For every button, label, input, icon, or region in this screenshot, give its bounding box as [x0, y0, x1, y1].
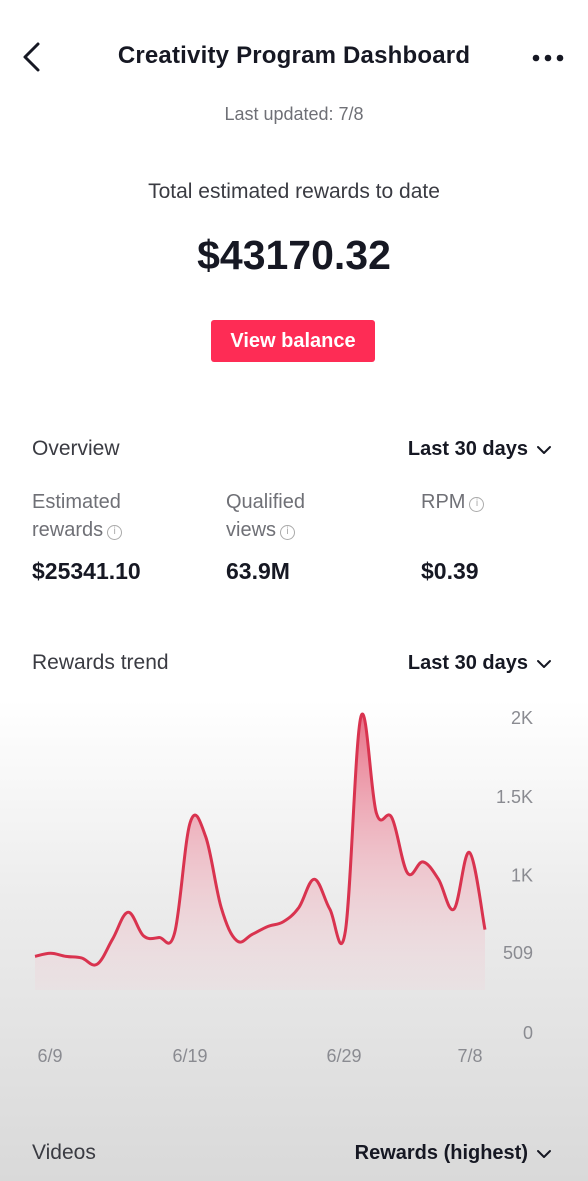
chevron-down-icon: [537, 445, 551, 454]
y-tick-label: 509: [503, 943, 533, 963]
metric-label-estimated-rewards: Estimated rewards i: [32, 491, 123, 541]
y-tick-label: 0: [523, 1023, 533, 1043]
metric-value-qualified-views: 63.9M: [226, 558, 290, 584]
overview-range-dropdown[interactable]: Last 30 days: [408, 438, 552, 461]
last-updated-text: Last updated: 7/8: [224, 104, 364, 124]
header: Creativity Program Dashboard: [0, 0, 588, 116]
y-tick-label: 1.5K: [496, 787, 533, 807]
rewards-trend-chart: 2K 1.5K 1K 509 0 6/9 6/19 6/29 7/8: [34, 708, 533, 1066]
metric-value-estimated-rewards: $25341.10: [32, 558, 141, 584]
chevron-down-icon: [537, 1149, 551, 1158]
page-title: Creativity Program Dashboard: [117, 42, 471, 69]
y-tick-label: 1K: [511, 866, 533, 886]
rewards-trend-title: Rewards trend: [32, 651, 169, 674]
total-rewards-value: $43170.32: [197, 232, 391, 278]
x-tick-label: 6/29: [326, 1046, 361, 1066]
metric-label-qualified-views: Qualified views i: [226, 491, 305, 541]
y-tick-label: 2K: [511, 708, 533, 728]
info-icon[interactable]: i: [280, 525, 296, 540]
info-icon[interactable]: i: [107, 525, 123, 540]
chevron-down-icon: [537, 659, 551, 668]
info-icon[interactable]: i: [469, 497, 485, 512]
trend-range-label: Last 30 days: [407, 652, 528, 674]
overview-range-label: Last 30 days: [407, 438, 528, 460]
metric-value-rpm: $0.39: [421, 558, 479, 584]
x-tick-label: 6/9: [37, 1046, 62, 1066]
more-options-icon[interactable]: [530, 46, 566, 70]
total-rewards-label: Total estimated rewards to date: [148, 180, 440, 203]
videos-title: Videos: [32, 1141, 96, 1164]
x-tick-label: 7/8: [457, 1046, 482, 1066]
chart-area-fill: [35, 714, 485, 990]
view-balance-button[interactable]: View balance: [211, 320, 375, 362]
x-tick-label: 6/19: [172, 1046, 207, 1066]
metric-label-rpm: RPM i: [421, 488, 485, 516]
trend-range-dropdown[interactable]: Last 30 days: [408, 652, 552, 675]
overview-title: Overview: [32, 437, 120, 460]
videos-sort-label: Rewards (highest): [354, 1142, 528, 1164]
videos-sort-dropdown[interactable]: Rewards (highest): [355, 1142, 552, 1165]
